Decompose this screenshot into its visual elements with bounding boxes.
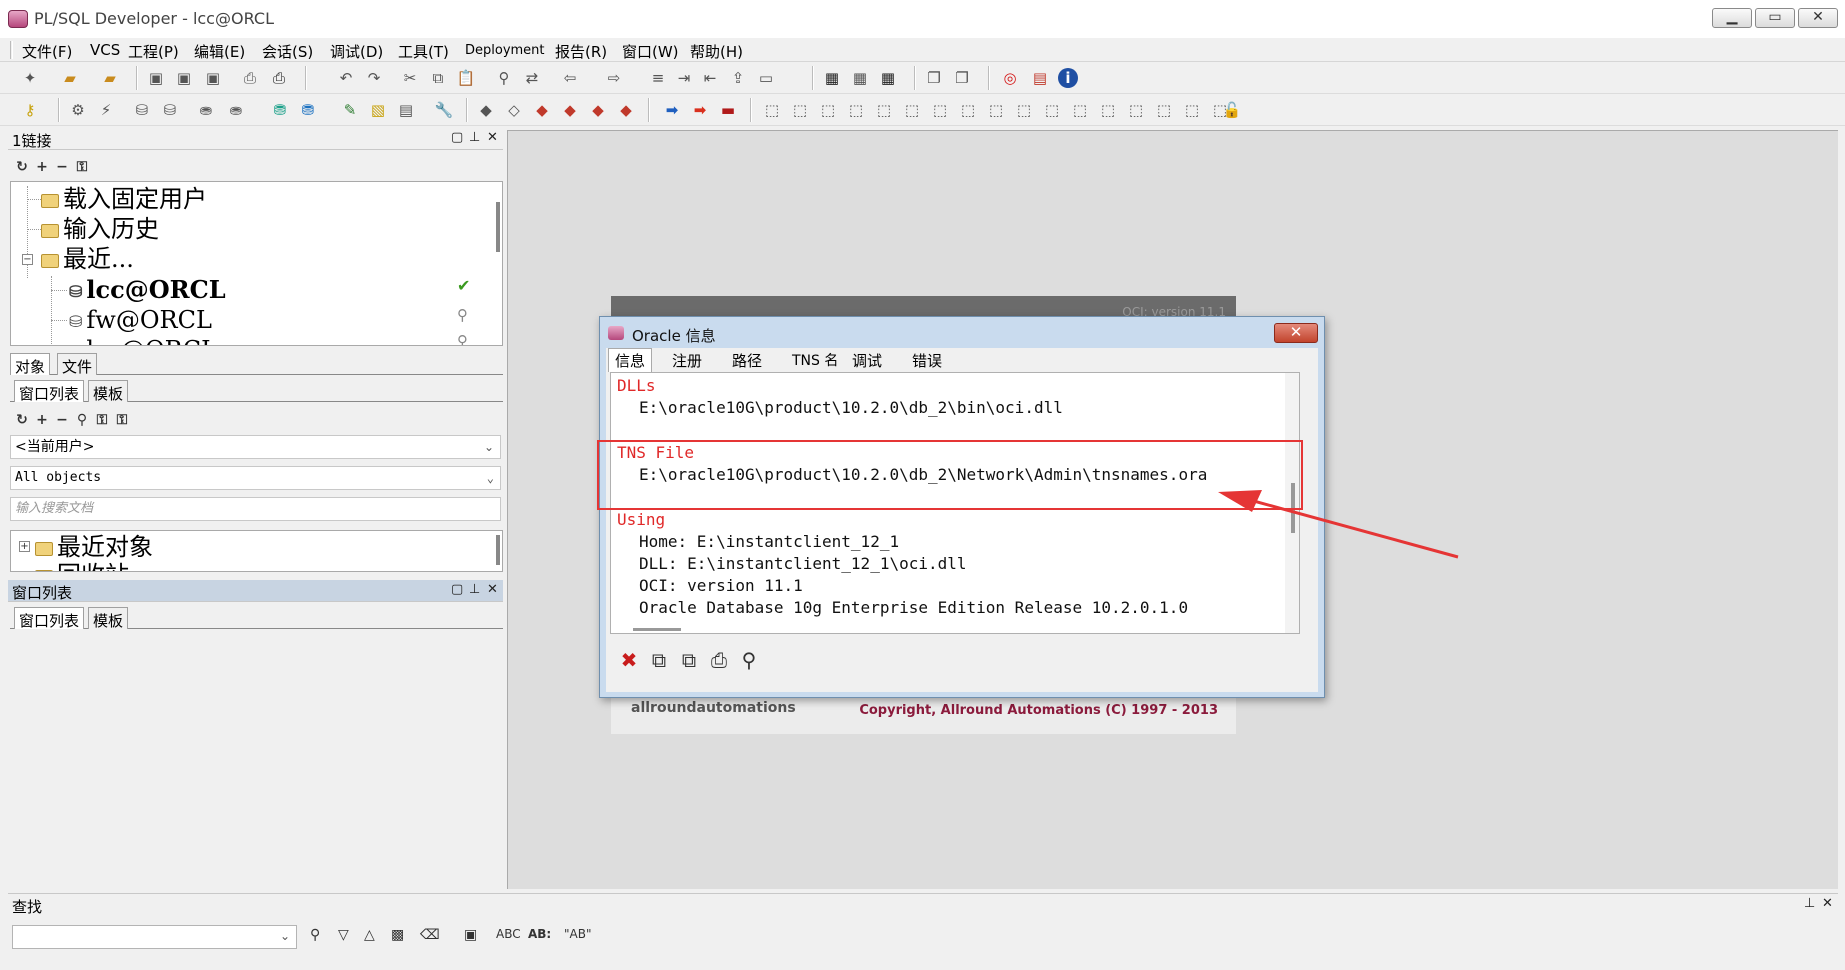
find-next-icon[interactable]: ▽ (338, 927, 349, 943)
annotation-arrow-head (1218, 490, 1262, 512)
case-sensitive-toggle[interactable]: ABC (496, 927, 521, 941)
annotation-arrow-shaft (1249, 498, 1459, 559)
panel-close-icon[interactable]: ✕ (1822, 896, 1833, 911)
panel-pin-icon[interactable]: ⊥ (1804, 896, 1815, 911)
find-toolbar: ⌄ ⚲ ▽ △ ▩ ⌫ ▣ ABC AB: "AB" (8, 917, 1838, 961)
find-previous-icon[interactable]: △ (364, 927, 375, 943)
find-input[interactable]: ⌄ (12, 925, 297, 949)
selection-only-icon[interactable]: ▣ (464, 927, 477, 943)
clear-eraser-icon[interactable]: ⌫ (420, 927, 440, 943)
find-binoculars-icon[interactable]: ⚲ (310, 927, 320, 943)
regex-toggle[interactable]: "AB" (564, 927, 591, 941)
annotation-arrow (1218, 490, 1459, 559)
find-panel-title: 查找 (12, 898, 43, 916)
whole-word-toggle[interactable]: AB: (528, 927, 551, 941)
highlight-icon[interactable]: ▩ (391, 927, 404, 943)
chevron-down-icon: ⌄ (279, 929, 290, 943)
find-panel-header: 查找 ⊥ ✕ (8, 893, 1838, 916)
